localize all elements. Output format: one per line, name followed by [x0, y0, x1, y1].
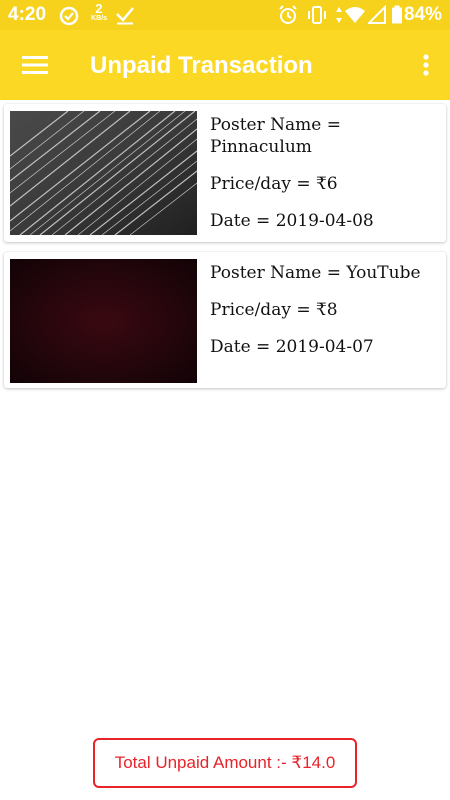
alarm-icon	[278, 5, 298, 30]
network-speed: 2 KB/s	[88, 2, 110, 22]
poster-name: Poster Name = Pinnaculum	[210, 115, 341, 157]
network-speed-unit: KB/s	[91, 15, 107, 22]
poster-thumbnail	[10, 259, 197, 383]
overflow-menu-button[interactable]	[416, 50, 436, 80]
transaction-card[interactable]: Poster Name = Pinnaculum Price/day = ₹6 …	[4, 104, 446, 242]
price-per-day: Price/day = ₹6	[210, 174, 338, 194]
transaction-date: Date = 2019-04-07	[210, 337, 374, 357]
sync-icon	[58, 5, 80, 32]
network-speed-value: 2	[95, 1, 103, 16]
download-done-icon	[114, 5, 136, 30]
menu-button[interactable]	[16, 50, 54, 80]
price-per-day: Price/day = ₹8	[210, 300, 338, 320]
app-bar: Unpaid Transaction	[0, 30, 450, 100]
transaction-card[interactable]: Poster Name = YouTube Price/day = ₹8 Dat…	[4, 252, 446, 388]
status-bar: 4:20 2 KB/s 84%	[0, 0, 450, 30]
transaction-date: Date = 2019-04-08	[210, 211, 374, 231]
battery-icon	[391, 5, 403, 30]
transaction-details: Poster Name = Pinnaculum Price/day = ₹6 …	[210, 114, 440, 247]
wifi-icon	[344, 5, 366, 30]
signal-icon	[366, 4, 386, 30]
poster-name: Poster Name = YouTube	[210, 263, 421, 283]
data-arrows-icon	[334, 5, 344, 30]
vibrate-icon	[306, 5, 328, 30]
status-time: 4:20	[8, 4, 47, 25]
total-unpaid-button[interactable]: Total Unpaid Amount :- ₹14.0	[93, 738, 357, 788]
poster-thumbnail	[10, 111, 197, 235]
page-title: Unpaid Transaction	[90, 52, 313, 79]
battery-percent: 84%	[403, 4, 442, 25]
transaction-details: Poster Name = YouTube Price/day = ₹8 Dat…	[210, 262, 440, 373]
